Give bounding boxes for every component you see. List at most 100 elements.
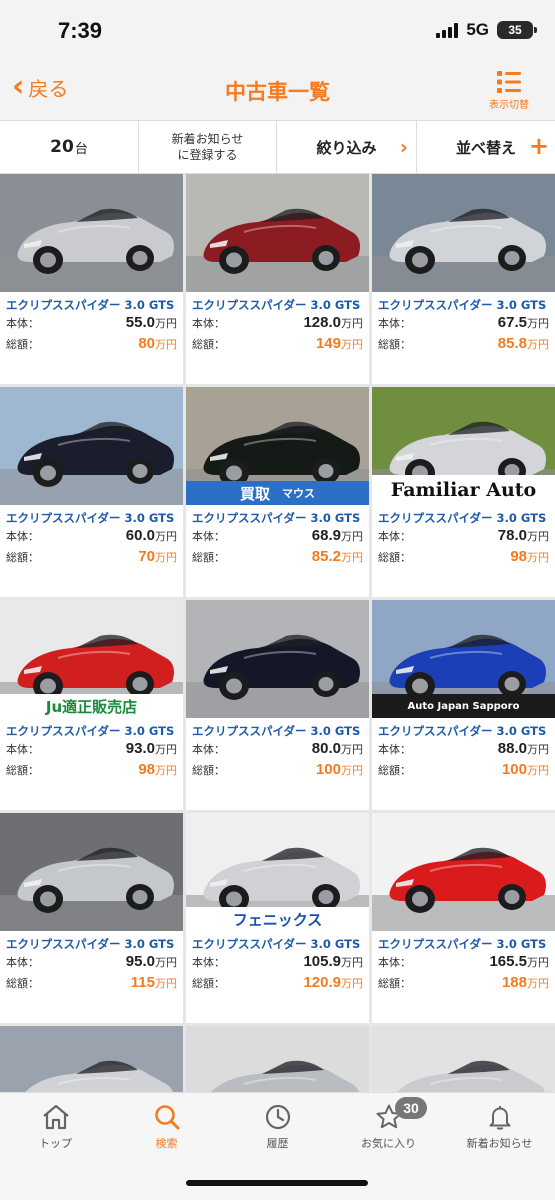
- listing-photo[interactable]: [372, 1026, 555, 1092]
- view-toggle-label: 表示切替: [489, 100, 529, 111]
- listing-photo[interactable]: [0, 174, 183, 292]
- car-photo-image: [0, 387, 183, 505]
- listing-title[interactable]: エクリプススパイダー 3.0 GTS: [192, 296, 363, 314]
- tab-history[interactable]: 履歴: [222, 1103, 333, 1151]
- listing-title[interactable]: エクリプススパイダー 3.0 GTS: [192, 935, 363, 953]
- listing-title[interactable]: エクリプススパイダー 3.0 GTS: [6, 722, 177, 740]
- total-price-value: 85.2万円: [311, 548, 363, 565]
- status-indicators: 5G 35: [436, 20, 537, 40]
- listing-card[interactable]: エクリプススパイダー 3.0 GTS 本体： 55.0万円 総額： 80万円: [0, 174, 183, 384]
- total-price-row: 総額： 85.2万円: [192, 548, 363, 569]
- base-price-value: 95.0万円: [125, 953, 177, 970]
- dealer-banner-subtext: マウス: [282, 487, 315, 500]
- tab-search[interactable]: 検索: [111, 1103, 222, 1151]
- listing-photo[interactable]: [372, 813, 555, 931]
- total-price-row: 総額： 115万円: [6, 974, 177, 995]
- listing-photo[interactable]: フェニックス: [186, 813, 369, 931]
- listing-info: エクリプススパイダー 3.0 GTS 本体： 93.0万円 総額： 98万円: [0, 718, 183, 782]
- listing-photo[interactable]: [372, 174, 555, 292]
- listing-card[interactable]: [186, 1026, 369, 1092]
- total-price-value: 100万円: [315, 761, 363, 778]
- total-price-row: 総額： 98万円: [378, 548, 549, 569]
- car-photo-image: [372, 813, 555, 931]
- car-photo-image: [372, 174, 555, 292]
- tab-news[interactable]: 新着お知らせ: [444, 1103, 555, 1151]
- total-price-row: 総額： 85.8万円: [378, 335, 549, 356]
- listing-photo[interactable]: [186, 600, 369, 718]
- view-toggle-button[interactable]: 表示切替: [475, 70, 543, 111]
- total-price-value: 70万円: [138, 548, 177, 565]
- listing-photo[interactable]: [0, 387, 183, 505]
- tab-favorites[interactable]: 30 お気に入り: [333, 1097, 444, 1151]
- total-price-value: 85.8万円: [497, 335, 549, 352]
- base-price-value: 105.9万円: [303, 953, 363, 970]
- listing-card[interactable]: [0, 1026, 183, 1092]
- listing-photo[interactable]: Familiar Auto: [372, 387, 555, 505]
- base-price-row: 本体： 93.0万円: [6, 740, 177, 761]
- base-price-row: 本体： 165.5万円: [378, 953, 549, 974]
- filter-bar: 20 台 新着お知らせ に登録する 絞り込み › 並べ替え +: [0, 120, 555, 174]
- sort-button[interactable]: 並べ替え +: [417, 121, 555, 173]
- total-price-label: 総額：: [6, 764, 39, 777]
- back-button[interactable]: ‹ 戻る: [12, 72, 68, 102]
- dealer-banner: Auto Japan Sapporo: [372, 694, 555, 718]
- base-price-label: 本体：: [6, 956, 39, 969]
- listing-info: エクリプススパイダー 3.0 GTS 本体： 55.0万円 総額： 80万円: [0, 292, 183, 356]
- listing-photo[interactable]: Auto Japan Sapporo: [372, 600, 555, 718]
- listing-title[interactable]: エクリプススパイダー 3.0 GTS: [192, 722, 363, 740]
- listing-card[interactable]: [372, 1026, 555, 1092]
- listing-title[interactable]: エクリプススパイダー 3.0 GTS: [378, 509, 549, 527]
- listing-card[interactable]: エクリプススパイダー 3.0 GTS 本体： 67.5万円 総額： 85.8万円: [372, 174, 555, 384]
- listing-title[interactable]: エクリプススパイダー 3.0 GTS: [6, 509, 177, 527]
- back-label: 戻る: [28, 76, 69, 101]
- listing-card[interactable]: エクリプススパイダー 3.0 GTS 本体： 128.0万円 総額： 149万円: [186, 174, 369, 384]
- listing-photo[interactable]: Ju適正販売店: [0, 600, 183, 718]
- listing-title[interactable]: エクリプススパイダー 3.0 GTS: [6, 296, 177, 314]
- listing-card[interactable]: エクリプススパイダー 3.0 GTS 本体： 60.0万円 総額： 70万円: [0, 387, 183, 597]
- total-price-value: 149万円: [315, 335, 363, 352]
- listing-title[interactable]: エクリプススパイダー 3.0 GTS: [378, 296, 549, 314]
- filter-button[interactable]: 絞り込み ›: [277, 121, 417, 173]
- listing-title[interactable]: エクリプススパイダー 3.0 GTS: [378, 935, 549, 953]
- listing-card[interactable]: Auto Japan Sapporo エクリプススパイダー 3.0 GTS 本体…: [372, 600, 555, 810]
- listing-title[interactable]: エクリプススパイダー 3.0 GTS: [192, 509, 363, 527]
- dealer-banner-text: フェニックス: [232, 910, 323, 929]
- listing-card[interactable]: エクリプススパイダー 3.0 GTS 本体： 165.5万円 総額： 188万円: [372, 813, 555, 1023]
- home-icon: [0, 1103, 111, 1131]
- listing-card[interactable]: Ju適正販売店 エクリプススパイダー 3.0 GTS 本体： 93.0万円 総額…: [0, 600, 183, 810]
- total-price-row: 総額： 120.9万円: [192, 974, 363, 995]
- base-price-row: 本体： 67.5万円: [378, 314, 549, 335]
- listing-title[interactable]: エクリプススパイダー 3.0 GTS: [6, 935, 177, 953]
- listing-photo[interactable]: [186, 174, 369, 292]
- notify-line2: に登録する: [177, 148, 238, 162]
- base-price-row: 本体： 105.9万円: [192, 953, 363, 974]
- listing-card[interactable]: フェニックス エクリプススパイダー 3.0 GTS 本体： 105.9万円 総額…: [186, 813, 369, 1023]
- listing-card[interactable]: 買取 マウス エクリプススパイダー 3.0 GTS 本体： 68.9万円 総額： …: [186, 387, 369, 597]
- sort-label: 並べ替え: [455, 138, 516, 157]
- listing-info: エクリプススパイダー 3.0 GTS 本体： 105.9万円 総額： 120.9…: [186, 931, 369, 995]
- base-price-label: 本体：: [6, 317, 39, 330]
- total-price-label: 総額：: [378, 977, 411, 990]
- dealer-banner: 買取 マウス: [186, 481, 369, 505]
- battery-icon: 35: [497, 21, 537, 39]
- tab-label: 新着お知らせ: [466, 1137, 533, 1150]
- listing-title[interactable]: エクリプススパイダー 3.0 GTS: [378, 722, 549, 740]
- result-count-unit: 台: [74, 141, 88, 157]
- listing-card[interactable]: エクリプススパイダー 3.0 GTS 本体： 95.0万円 総額： 115万円: [0, 813, 183, 1023]
- register-notification-button[interactable]: 新着お知らせ に登録する: [139, 121, 277, 173]
- base-price-value: 165.5万円: [489, 953, 549, 970]
- tab-top[interactable]: トップ: [0, 1103, 111, 1151]
- dealer-banner: フェニックス: [186, 907, 369, 931]
- listing-photo[interactable]: [0, 813, 183, 931]
- total-price-value: 115万円: [130, 974, 177, 991]
- total-price-row: 総額： 70万円: [6, 548, 177, 569]
- listing-photo[interactable]: [186, 1026, 369, 1092]
- base-price-value: 68.9万円: [311, 527, 363, 544]
- listing-photo[interactable]: [0, 1026, 183, 1092]
- base-price-label: 本体：: [192, 743, 225, 756]
- listing-photo[interactable]: 買取 マウス: [186, 387, 369, 505]
- chevron-left-icon: ‹: [12, 69, 25, 104]
- tab-label: 履歴: [266, 1137, 289, 1150]
- listing-card[interactable]: エクリプススパイダー 3.0 GTS 本体： 80.0万円 総額： 100万円: [186, 600, 369, 810]
- listing-card[interactable]: Familiar Auto エクリプススパイダー 3.0 GTS 本体： 78.…: [372, 387, 555, 597]
